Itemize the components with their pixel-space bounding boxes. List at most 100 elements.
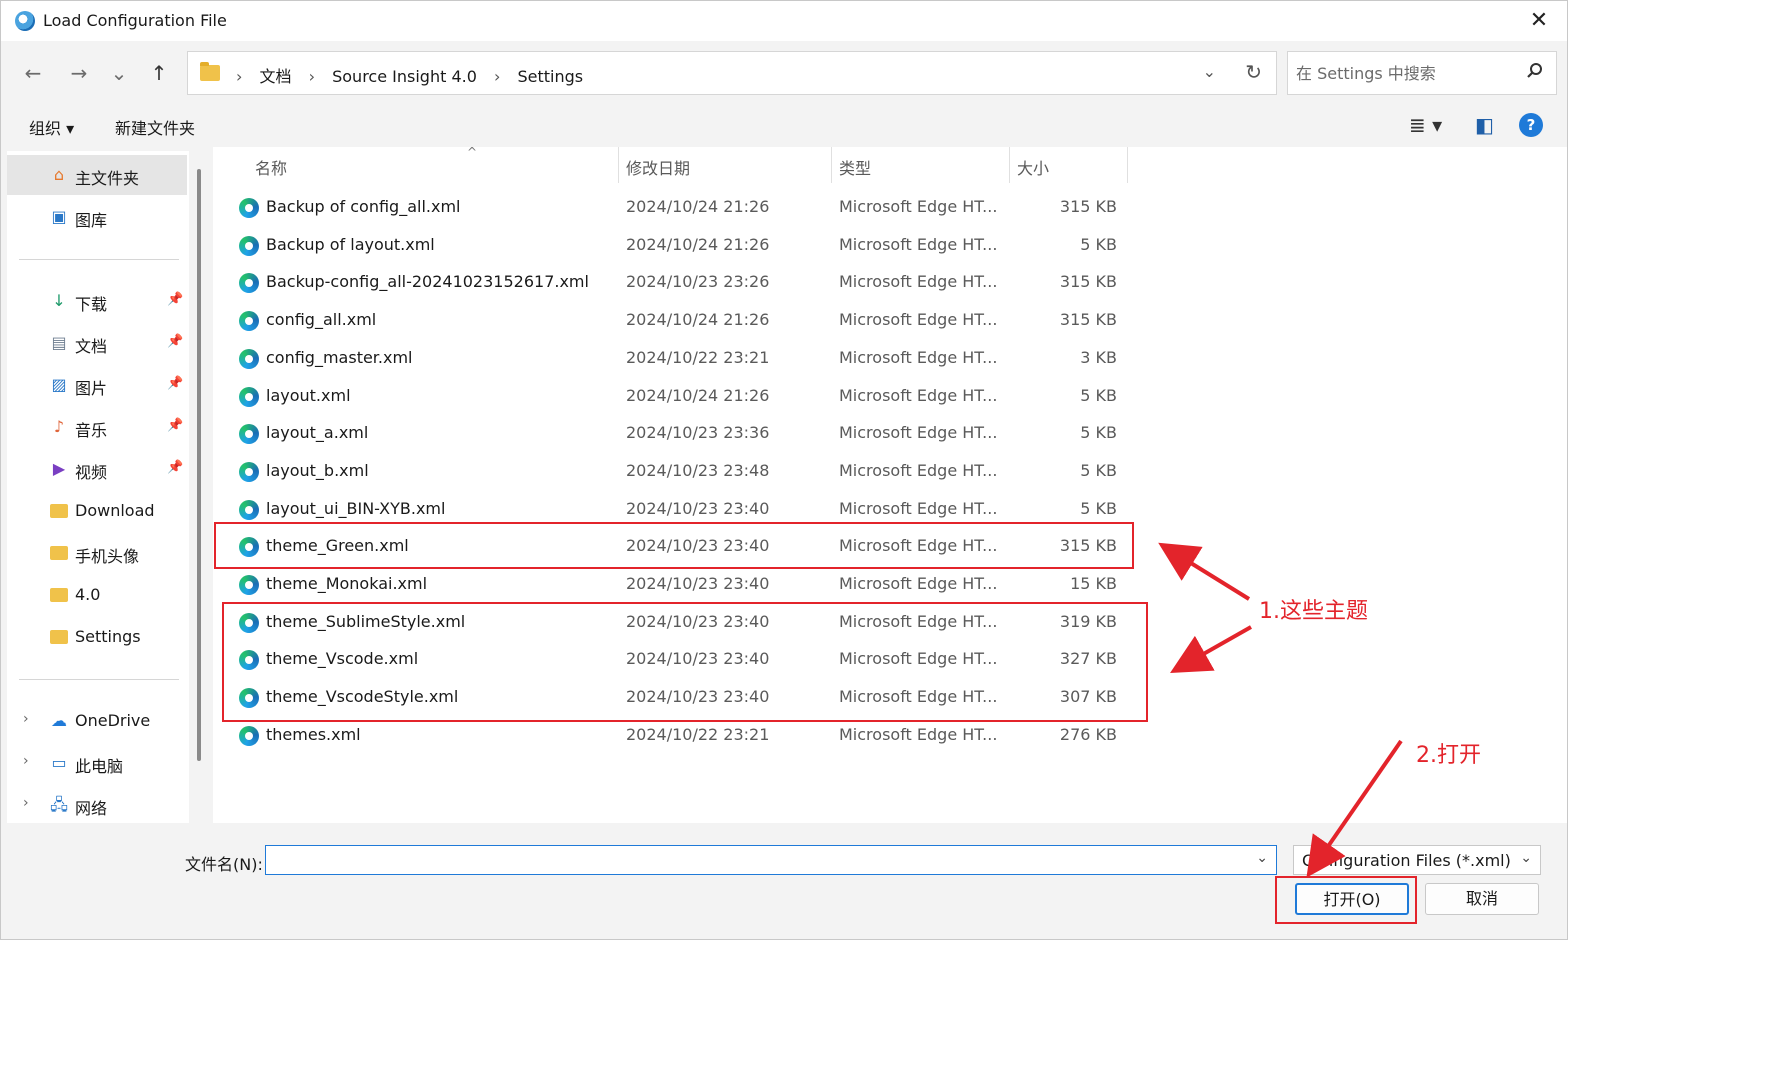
file-row[interactable]: layout_a.xml 2024/10/23 23:36 Microsoft Ed… [233, 414, 1143, 452]
preview-pane-icon[interactable]: ◧ [1475, 113, 1494, 137]
pin-icon[interactable]: 📌 [167, 292, 183, 307]
column-divider[interactable] [618, 147, 619, 183]
file-row[interactable]: theme_Monokai.xml 2024/10/23 23:40 Microso… [233, 565, 1143, 603]
file-date: 2024/10/23 23:26 [626, 272, 770, 292]
file-row[interactable]: Backup of layout.xml 2024/10/24 21:26 Micr… [233, 226, 1143, 264]
filename-combobox[interactable]: ⌄ [265, 845, 1277, 875]
sidebar-item-label: 图片 [75, 379, 108, 398]
column-divider[interactable] [1127, 147, 1128, 183]
breadcrumb-separator: › [493, 67, 501, 86]
chevron-down-icon[interactable]: ⌄ [1520, 850, 1532, 866]
sidebar-item-videos[interactable]: ▶ 视频 📌 [7, 449, 187, 489]
file-name: Backup of config_all.xml [266, 197, 461, 216]
column-header-date[interactable]: 修改日期 [626, 147, 826, 183]
download-icon: ↓ [52, 291, 66, 310]
file-date: 2024/10/24 21:26 [626, 385, 770, 405]
column-header-type[interactable]: 类型 [839, 147, 1009, 183]
highlight-box-open-button [1275, 876, 1417, 924]
file-name: config_all.xml [266, 310, 377, 330]
recent-locations-chevron-icon[interactable]: ⌄ [105, 59, 133, 87]
help-icon[interactable]: ? [1519, 113, 1543, 137]
expand-chevron-icon[interactable]: › [23, 795, 29, 811]
back-arrow-icon[interactable]: ← [19, 59, 47, 87]
chevron-down-icon[interactable]: ⌄ [1256, 850, 1268, 866]
sidebar-item-label: OneDrive [75, 711, 151, 730]
column-divider[interactable] [831, 147, 832, 183]
view-options-icon[interactable]: ≣ ▾ [1409, 113, 1442, 137]
sidebar-scrollbar[interactable] [197, 169, 201, 761]
pin-icon[interactable]: 📌 [167, 418, 183, 433]
file-name: config_master.xml [266, 347, 413, 367]
forward-arrow-icon[interactable]: → [65, 59, 93, 87]
file-date: 2024/10/22 23:21 [626, 347, 770, 367]
column-divider[interactable] [1009, 147, 1010, 183]
file-name: Backup-config_all-20241023152617.xml [266, 272, 589, 292]
sidebar-item-pictures[interactable]: ▨ 图片 📌 [7, 365, 187, 405]
new-folder-button[interactable]: 新建文件夹 [115, 115, 195, 139]
edge-html-file-icon [239, 273, 259, 294]
breadcrumb-source-insight[interactable]: Source Insight 4.0 [332, 67, 477, 86]
sidebar-item-4-0[interactable]: 4.0 [7, 575, 187, 615]
annotation-themes: 1.这些主题 [1259, 599, 1368, 624]
up-arrow-icon[interactable]: ↑ [145, 59, 173, 87]
file-type: Microsoft Edge HT... [839, 724, 998, 744]
sidebar-divider [19, 679, 179, 680]
sidebar-item-label: Settings [75, 627, 141, 646]
sidebar-divider [19, 259, 179, 260]
file-size: 5 KB [1080, 423, 1117, 443]
search-icon[interactable] [1526, 62, 1544, 80]
expand-chevron-icon[interactable]: › [23, 711, 29, 727]
close-icon[interactable]: ✕ [1525, 7, 1553, 35]
sidebar-item-gallery[interactable]: ▣ 图库 [7, 197, 187, 237]
edge-html-file-icon [239, 235, 259, 256]
column-header-size[interactable]: 大小 [1017, 147, 1127, 183]
file-type: Microsoft Edge HT... [839, 272, 998, 292]
filename-input[interactable] [272, 850, 1232, 870]
file-type-select[interactable]: Configuration Files (*.xml) ⌄ [1293, 845, 1541, 875]
sidebar-item-downloads[interactable]: ↓ 下载 📌 [7, 281, 187, 321]
refresh-icon[interactable]: ↻ [1245, 60, 1262, 84]
file-name: themes.xml [266, 724, 361, 744]
sidebar-item-settings[interactable]: Settings [7, 617, 187, 657]
pin-icon[interactable]: 📌 [167, 334, 183, 349]
expand-chevron-icon[interactable]: › [23, 753, 29, 769]
breadcrumb-documents[interactable]: 文档 [260, 67, 292, 86]
sidebar-item-onedrive[interactable]: › ☁ OneDrive [7, 701, 187, 741]
file-date: 2024/10/22 23:21 [626, 724, 770, 744]
sidebar-item-network[interactable]: › 🖧 网络 [7, 785, 187, 825]
music-icon: ♪ [53, 417, 65, 436]
sidebar-item-phone-avatar[interactable]: 手机头像 [7, 533, 187, 573]
address-bar[interactable]: › 文档 › Source Insight 4.0 › Settings ⌄ ↻ [187, 51, 1277, 95]
file-name: Backup of layout.xml [266, 234, 435, 254]
sidebar-item-this-pc[interactable]: › ▭ 此电脑 [7, 743, 187, 783]
sidebar-item-home[interactable]: ⌂ 主文件夹 [7, 155, 187, 195]
file-date: 2024/10/24 21:26 [626, 197, 770, 216]
file-size: 5 KB [1080, 498, 1117, 518]
sidebar-item-label: 下载 [75, 295, 108, 314]
file-row[interactable]: Backup-config_all-20241023152617.xml 2024… [233, 263, 1143, 301]
file-row[interactable]: Backup of config_all.xml 2024/10/24 21:26… [233, 188, 1143, 226]
file-row[interactable]: config_all.xml 2024/10/24 21:26 Microsoft … [233, 301, 1143, 339]
title-bar: Load Configuration File ✕ [1, 1, 1567, 41]
cloud-icon: ☁ [51, 711, 67, 730]
sort-ascending-icon: ^ [467, 145, 478, 159]
file-row[interactable]: layout.xml 2024/10/24 21:26 Microsoft Edge… [233, 377, 1143, 415]
edge-html-file-icon [239, 725, 259, 746]
breadcrumb-settings[interactable]: Settings [517, 67, 583, 86]
search-box[interactable] [1287, 51, 1557, 95]
home-icon: ⌂ [53, 165, 65, 184]
sidebar-item-music[interactable]: ♪ 音乐 📌 [7, 407, 187, 447]
sidebar-item-download-folder[interactable]: Download [7, 491, 187, 531]
file-type: Microsoft Edge HT... [839, 498, 998, 518]
pin-icon[interactable]: 📌 [167, 376, 183, 391]
address-dropdown-chevron-icon[interactable]: ⌄ [1203, 62, 1216, 81]
annotation-open: 2.打开 [1416, 743, 1481, 768]
column-header-name[interactable]: 名称 ^ [255, 145, 619, 183]
file-row[interactable]: config_master.xml 2024/10/22 23:21 Microso… [233, 339, 1143, 377]
sidebar-item-documents[interactable]: ▤ 文档 📌 [7, 323, 187, 363]
file-row[interactable]: layout_b.xml 2024/10/23 23:48 Microsoft Ed… [233, 452, 1143, 490]
pin-icon[interactable]: 📌 [167, 460, 183, 475]
cancel-button[interactable]: 取消 [1425, 883, 1539, 915]
search-input[interactable] [1296, 62, 1516, 84]
organize-menu-button[interactable]: 组织 ▾ [29, 115, 74, 139]
